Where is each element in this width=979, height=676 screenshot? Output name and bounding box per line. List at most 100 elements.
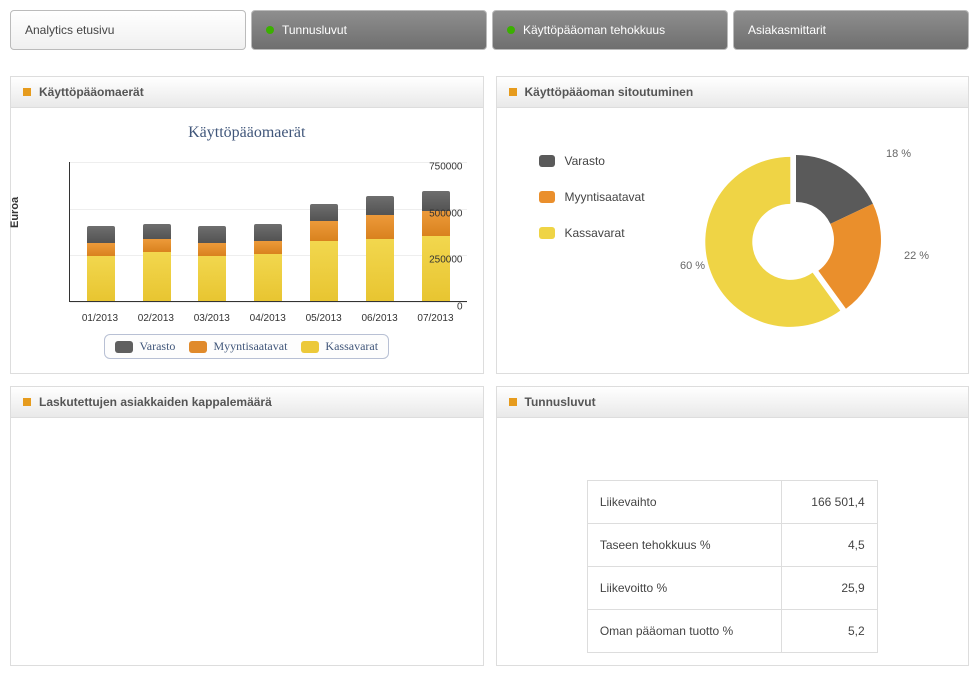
kpi-label: Taseen tehokkuus % bbox=[587, 524, 781, 567]
card-header: Käyttöpääomaerät bbox=[11, 77, 483, 108]
bar-segment bbox=[310, 204, 338, 221]
card-body: Käyttöpääomaerät Euroa 0 250000 500000 7500… bbox=[11, 108, 483, 373]
bar-segment bbox=[366, 239, 394, 301]
bar-segment bbox=[87, 226, 115, 243]
swatch-icon bbox=[539, 191, 555, 203]
bar-segment bbox=[143, 224, 171, 239]
bar-segment bbox=[310, 241, 338, 301]
bullet-icon bbox=[509, 88, 517, 96]
legend-item-myyntisaatavat: Myyntisaatavat bbox=[189, 339, 287, 354]
legend-item-varasto: Varasto bbox=[539, 154, 645, 168]
card-tunnusluvut: Tunnusluvut Liikevaihto166 501,4Taseen t… bbox=[496, 386, 970, 666]
chart-title: Käyttöpääomaerät bbox=[23, 124, 471, 142]
legend-item-kassavarat: Kassavarat bbox=[539, 226, 645, 240]
kpi-label: Liikevaihto bbox=[587, 481, 781, 524]
legend-label: Kassavarat bbox=[325, 339, 378, 354]
bar-segment bbox=[143, 252, 171, 301]
kpi-table: Liikevaihto166 501,4Taseen tehokkuus %4,… bbox=[587, 480, 878, 653]
bar-segment bbox=[366, 215, 394, 239]
y-axis-label: Euroa bbox=[9, 197, 21, 228]
bar-segment bbox=[254, 241, 282, 254]
x-tick: 04/2013 bbox=[243, 313, 293, 324]
bar-legend: Varasto Myyntisaatavat Kassavarat bbox=[104, 334, 389, 359]
bar-segment bbox=[254, 254, 282, 301]
tab-analytics-etusivu[interactable]: Analytics etusivu bbox=[10, 10, 246, 50]
legend-item-myyntisaatavat: Myyntisaatavat bbox=[539, 190, 645, 204]
donut-pct-label: 60 % bbox=[680, 260, 705, 272]
card-title: Tunnusluvut bbox=[525, 395, 596, 409]
legend-label: Myyntisaatavat bbox=[565, 190, 645, 204]
tab-bar: Analytics etusivu Tunnusluvut Käyttöpääo… bbox=[10, 10, 969, 50]
card-header: Tunnusluvut bbox=[497, 387, 969, 418]
table-row: Oman pääoman tuotto %5,2 bbox=[587, 610, 877, 653]
status-dot-icon bbox=[266, 26, 274, 34]
x-tick: 01/2013 bbox=[75, 313, 125, 324]
x-tick: 05/2013 bbox=[299, 313, 349, 324]
y-tick: 250000 bbox=[429, 255, 462, 266]
legend-item-varasto: Varasto bbox=[115, 339, 175, 354]
donut-pct-label: 18 % bbox=[886, 148, 911, 160]
status-dot-icon bbox=[507, 26, 515, 34]
bar-segment bbox=[198, 243, 226, 256]
dashboard-grid: Käyttöpääomaerät Käyttöpääomaerät Euroa … bbox=[10, 76, 969, 666]
tab-asiakasmittarit[interactable]: Asiakasmittarit bbox=[733, 10, 969, 50]
bullet-icon bbox=[23, 398, 31, 406]
table-row: Liikevoitto %25,9 bbox=[587, 567, 877, 610]
bar-segment bbox=[254, 224, 282, 241]
table-row: Taseen tehokkuus %4,5 bbox=[587, 524, 877, 567]
swatch-icon bbox=[539, 227, 555, 239]
x-tick: 02/2013 bbox=[131, 313, 181, 324]
tab-label: Tunnusluvut bbox=[282, 23, 347, 37]
bar-segment bbox=[87, 256, 115, 301]
bar-segment bbox=[366, 196, 394, 215]
donut-pct-label: 22 % bbox=[904, 250, 929, 262]
y-tick: 0 bbox=[457, 302, 463, 313]
card-body: Varasto Myyntisaatavat Kassavarat 18 % 22… bbox=[497, 108, 969, 352]
card-body: Liikevaihto166 501,4Taseen tehokkuus %4,… bbox=[497, 418, 969, 665]
donut-chart: 18 %22 %60 % bbox=[686, 140, 946, 340]
tab-label: Analytics etusivu bbox=[25, 23, 114, 37]
bar-segment bbox=[310, 221, 338, 242]
card-title: Käyttöpääomaerät bbox=[39, 85, 144, 99]
tab-tunnusluvut[interactable]: Tunnusluvut bbox=[251, 10, 487, 50]
card-kayttopaaomaerat: Käyttöpääomaerät Käyttöpääomaerät Euroa … bbox=[10, 76, 484, 374]
kpi-value: 166 501,4 bbox=[781, 481, 877, 524]
kpi-value: 5,2 bbox=[781, 610, 877, 653]
tab-label: Asiakasmittarit bbox=[748, 23, 826, 37]
card-title: Käyttöpääoman sitoutuminen bbox=[525, 85, 694, 99]
card-title: Laskutettujen asiakkaiden kappalemäärä bbox=[39, 395, 272, 409]
card-header: Käyttöpääoman sitoutuminen bbox=[497, 77, 969, 108]
legend-label: Kassavarat bbox=[565, 226, 625, 240]
donut-slice bbox=[818, 204, 881, 309]
table-row: Liikevaihto166 501,4 bbox=[587, 481, 877, 524]
x-tick: 03/2013 bbox=[187, 313, 237, 324]
card-laskutettujen: Laskutettujen asiakkaiden kappalemäärä bbox=[10, 386, 484, 666]
bullet-icon bbox=[23, 88, 31, 96]
legend-item-kassavarat: Kassavarat bbox=[301, 339, 378, 354]
swatch-icon bbox=[189, 341, 207, 353]
bullet-icon bbox=[509, 398, 517, 406]
kpi-label: Oman pääoman tuotto % bbox=[587, 610, 781, 653]
legend-label: Varasto bbox=[565, 154, 605, 168]
donut-area: Varasto Myyntisaatavat Kassavarat 18 % 22… bbox=[509, 120, 957, 340]
legend-label: Myyntisaatavat bbox=[213, 339, 287, 354]
kpi-value: 4,5 bbox=[781, 524, 877, 567]
legend-label: Varasto bbox=[139, 339, 175, 354]
x-tick: 06/2013 bbox=[355, 313, 405, 324]
kpi-label: Liikevoitto % bbox=[587, 567, 781, 610]
donut-legend: Varasto Myyntisaatavat Kassavarat bbox=[509, 140, 645, 240]
card-sitoutuminen: Käyttöpääoman sitoutuminen Varasto Myynt… bbox=[496, 76, 970, 374]
swatch-icon bbox=[301, 341, 319, 353]
bar-chart: Euroa 025000050000075000001/201302/20130… bbox=[23, 148, 471, 328]
bar-segment bbox=[422, 236, 450, 301]
y-tick: 750000 bbox=[429, 162, 462, 173]
bar-segment bbox=[143, 239, 171, 252]
tab-kayttopaaoman-tehokkuus[interactable]: Käyttöpääoman tehokkuus bbox=[492, 10, 728, 50]
card-body bbox=[11, 418, 483, 638]
bar-segment bbox=[198, 256, 226, 301]
swatch-icon bbox=[539, 155, 555, 167]
swatch-icon bbox=[115, 341, 133, 353]
kpi-value: 25,9 bbox=[781, 567, 877, 610]
y-tick: 500000 bbox=[429, 208, 462, 219]
bar-segment bbox=[198, 226, 226, 243]
